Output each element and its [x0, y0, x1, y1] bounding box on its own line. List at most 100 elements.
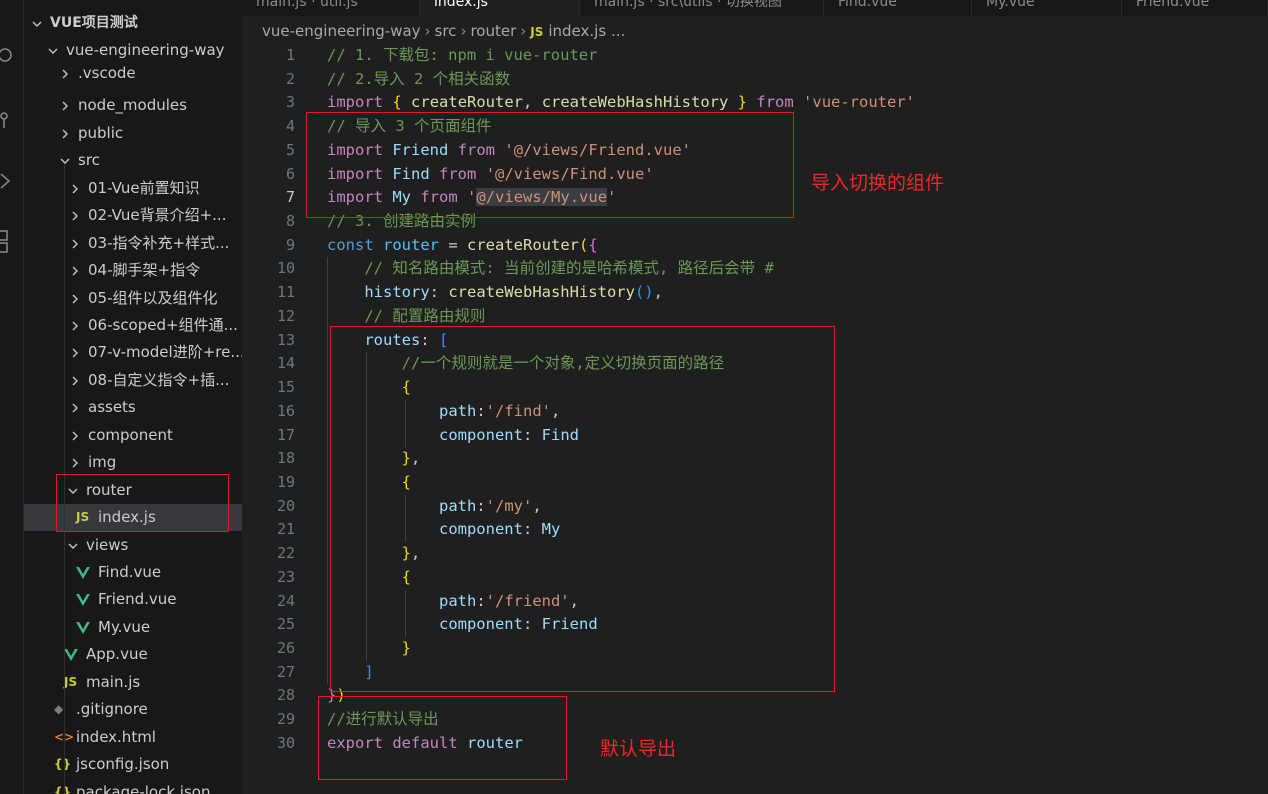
tree-item[interactable]: App.vue: [24, 641, 242, 668]
tree-item[interactable]: 03-指令补充+样式...: [24, 230, 242, 257]
breadcrumb-item[interactable]: ...: [611, 22, 625, 40]
code-token: const: [327, 235, 374, 254]
chevron-right-icon: [68, 230, 82, 257]
line-number: 8: [285, 212, 295, 231]
tree-item[interactable]: public: [24, 120, 242, 147]
tree-item-label: Friend.vue: [98, 590, 177, 609]
tree-item[interactable]: 04-脚手架+指令: [24, 257, 242, 284]
tree-item[interactable]: <>index.html: [24, 724, 242, 751]
tree-item[interactable]: src: [24, 147, 242, 174]
line-number: 23: [276, 567, 295, 586]
tree-item[interactable]: {} jsconfig.json: [24, 751, 242, 778]
tree-item[interactable]: 05-组件以及组件化: [24, 285, 242, 312]
tree-item[interactable]: Find.vue: [24, 559, 242, 586]
explorer-sidebar: VUE项目测试 vue-engineering-way .vscode node_mo…: [24, 0, 242, 794]
tree-item[interactable]: views: [24, 532, 242, 559]
tree-item-label: 02-Vue背景介绍+...: [88, 206, 227, 225]
tree-item[interactable]: component: [24, 422, 242, 449]
line-number: 2: [285, 69, 295, 88]
git-file-icon: ◆: [54, 702, 64, 717]
tab-5[interactable]: Friend.vue: [1122, 0, 1268, 16]
tree-item[interactable]: My.vue: [24, 614, 242, 641]
tab-3[interactable]: Find.vue: [824, 0, 972, 16]
code-line[interactable]: // 知名路由模式: 当前创建的是哈希模式, 路径后会带 #: [327, 257, 774, 281]
tree-item[interactable]: 06-scoped+组件通...: [24, 312, 242, 339]
search-icon[interactable]: [0, 42, 24, 70]
tree-item[interactable]: {} package-lock.json: [24, 779, 242, 794]
tree-item-label: .vscode: [78, 64, 136, 82]
code-line[interactable]: history: createWebHashHistory(),: [327, 281, 663, 305]
tab-0[interactable]: main.js · util.js: [242, 0, 420, 16]
code-token: // 知名路由模式: 当前创建的是哈希模式, 路径后会带 #: [364, 259, 774, 278]
tree-item-label: main.js: [86, 672, 141, 691]
breadcrumb-item[interactable]: vue-engineering-way: [262, 22, 421, 40]
tree-item-label: assets: [88, 398, 136, 417]
tree-item[interactable]: Friend.vue: [24, 586, 242, 613]
code-token: (): [634, 283, 654, 302]
breadcrumb-item[interactable]: index.js: [548, 22, 606, 40]
tree-item[interactable]: img: [24, 449, 242, 476]
tree-item[interactable]: assets: [24, 394, 242, 421]
tree-item-label: 06-scoped+组件通...: [88, 315, 238, 334]
code-token: createWebHashHistory: [541, 93, 729, 112]
chevron-right-icon: [58, 120, 72, 147]
breadcrumb-item[interactable]: router: [470, 22, 516, 40]
tree-item[interactable]: 07-v-model进阶+re...: [24, 339, 242, 366]
json-file-icon: {}: [54, 784, 72, 794]
tree-item[interactable]: 08-自定义指令+插...: [24, 367, 242, 394]
chevron-down-icon: [58, 147, 72, 174]
vue-file-icon: [76, 614, 90, 641]
breadcrumb-item[interactable]: src: [435, 22, 457, 40]
tree-item[interactable]: 01-Vue前置知识: [24, 175, 242, 202]
code-token: createRouter: [467, 235, 579, 254]
tab-4[interactable]: My.vue: [972, 0, 1122, 16]
tree-item-label: App.vue: [86, 645, 148, 664]
chevron-right-icon: [68, 312, 82, 339]
chevron-down-icon: [30, 10, 44, 37]
code-token: createRouter: [411, 93, 524, 112]
code-token: import: [327, 93, 383, 112]
line-number: 13: [276, 330, 295, 349]
breadcrumb-chevron-icon: ›: [460, 22, 467, 40]
code-line[interactable]: // 1. 下载包: npm i vue-router: [327, 44, 597, 68]
tree-item-label: index.html: [76, 727, 156, 746]
tree-item[interactable]: .vscode: [24, 60, 242, 87]
line-number: 1: [285, 46, 295, 64]
line-number: 26: [276, 639, 295, 657]
code-token: ,: [653, 283, 663, 302]
tree-item-label: src: [78, 151, 100, 170]
line-number: 15: [276, 378, 295, 397]
chevron-right-icon: [68, 367, 82, 394]
line-number: 14: [276, 354, 295, 373]
tree-item[interactable]: JS main.js: [24, 669, 242, 696]
line-number: 5: [285, 140, 295, 159]
tree-item-label: 07-v-model进阶+re...: [88, 343, 242, 362]
line-number: 18: [276, 449, 295, 468]
breadcrumb-chevron-icon: ›: [424, 22, 431, 40]
tree-item-label: 04-脚手架+指令: [88, 261, 201, 280]
tree-item[interactable]: node_modules: [24, 92, 242, 119]
tree-item[interactable]: 02-Vue背景介绍+...: [24, 202, 242, 229]
code-line[interactable]: // 2.导入 2 个相关函数: [327, 68, 510, 92]
code-token: {: [392, 93, 402, 112]
breadcrumb: vue-engineering-way › src › router › JS index.j…: [262, 18, 625, 44]
line-number: 19: [276, 472, 295, 491]
code-token: ,: [523, 93, 542, 112]
tab-1[interactable]: index.js: [420, 0, 580, 16]
tree-item[interactable]: ◆ .gitignore: [24, 696, 242, 723]
extensions-icon[interactable]: [0, 224, 24, 253]
code-token: 'vue-router': [803, 93, 916, 112]
tab-2[interactable]: main.js · src\utils · 切换视图: [580, 0, 824, 16]
source-control-icon[interactable]: [0, 104, 24, 132]
chevron-right-icon: [68, 422, 82, 449]
run-debug-icon[interactable]: [0, 166, 24, 194]
code-line[interactable]: const router = createRouter({: [327, 234, 598, 258]
code-token: history: [364, 283, 430, 302]
code-token: (: [579, 235, 589, 254]
tree-item-label: img: [88, 453, 117, 472]
explorer-root[interactable]: VUE项目测试: [24, 10, 242, 37]
